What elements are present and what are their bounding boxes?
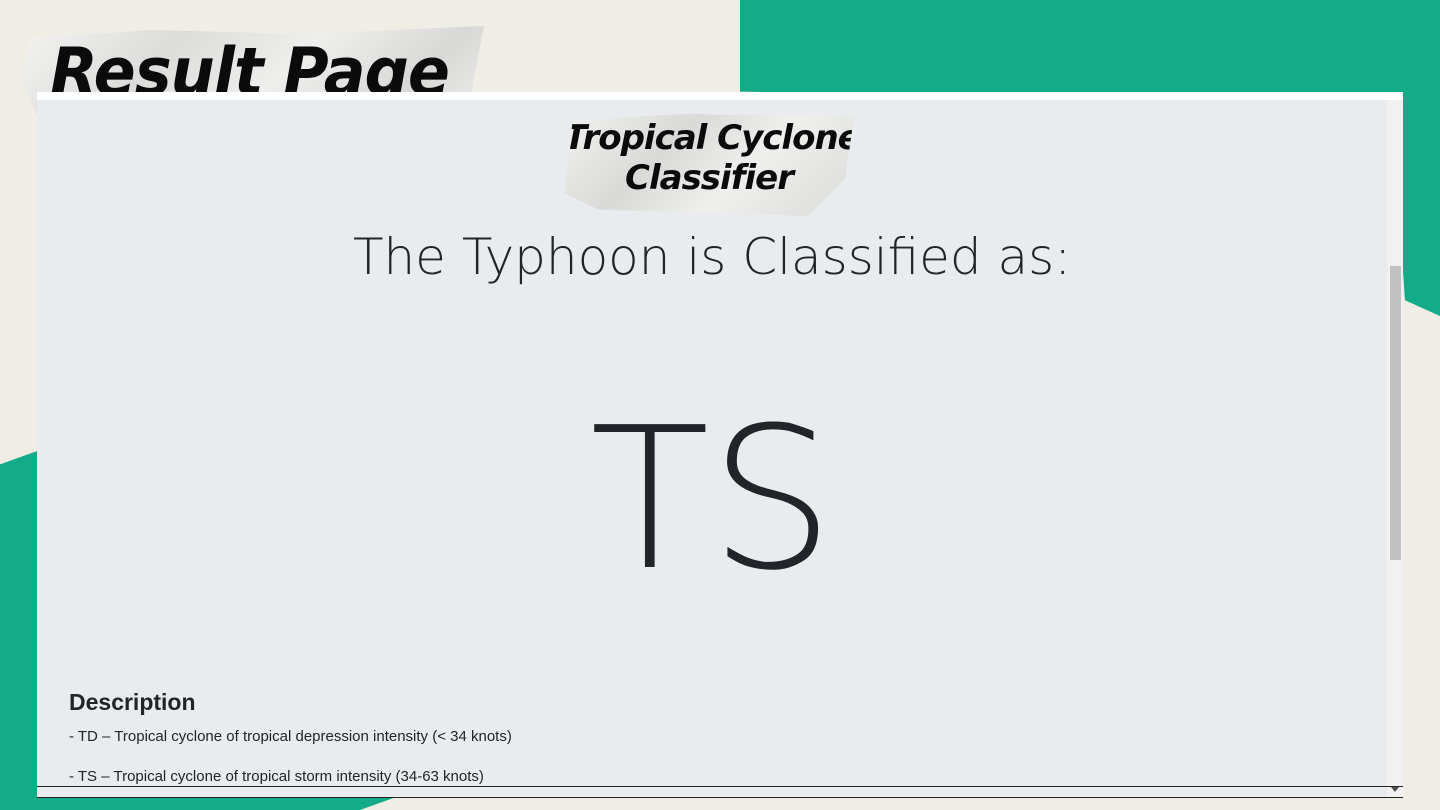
scrollbar-thumb[interactable] xyxy=(1390,266,1401,560)
app-logo-line-2: Classifier xyxy=(625,158,794,198)
webpage-screenshot: Tropical Cyclone Classifier The Typhoon … xyxy=(37,92,1403,798)
description-item-ts: - TS – Tropical cyclone of tropical stor… xyxy=(69,768,484,785)
app-logo-line-1: Tropical Cyclone xyxy=(564,118,860,158)
classification-result: TS xyxy=(589,386,835,614)
description-title: Description xyxy=(69,689,196,715)
result-heading: The Typhoon is Classified as: xyxy=(352,228,1072,286)
app-logo[interactable]: Tropical Cyclone Classifier xyxy=(564,114,860,216)
frame-bottom-border xyxy=(37,786,1403,798)
description-item-td: - TD – Tropical cyclone of tropical depr… xyxy=(69,728,512,745)
